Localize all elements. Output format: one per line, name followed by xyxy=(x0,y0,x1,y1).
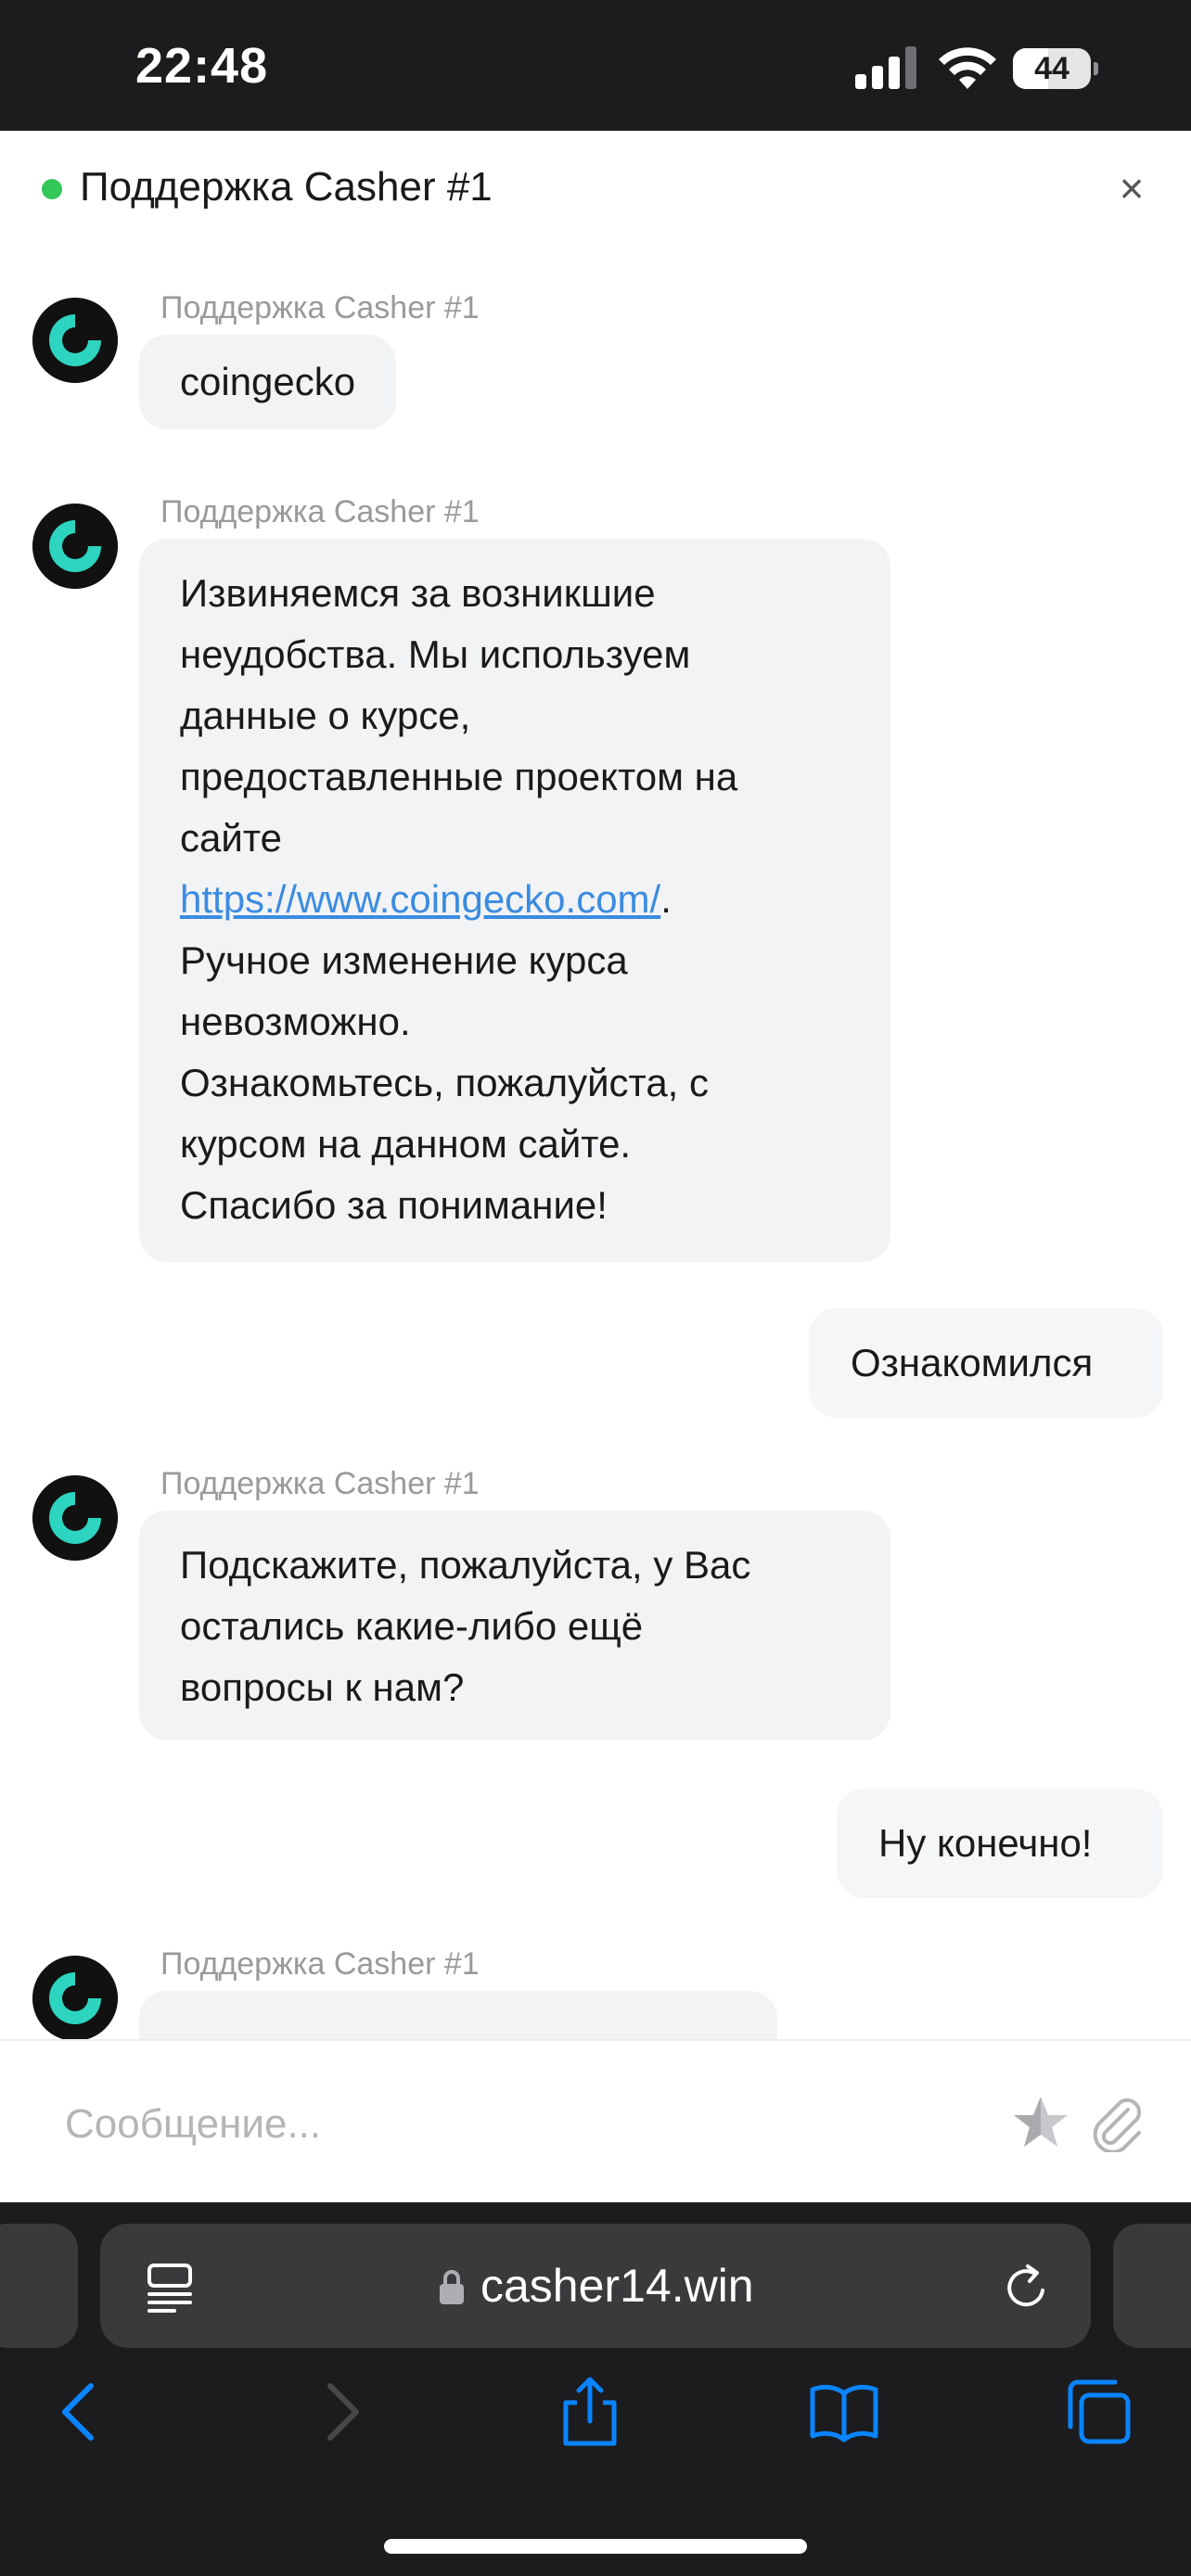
avatar-logo-icon xyxy=(32,298,118,383)
next-tab-preview[interactable] xyxy=(1113,2224,1191,2348)
message-line: вопросы к нам? xyxy=(180,1665,465,1709)
tabs-icon[interactable] xyxy=(1061,2375,1135,2449)
message-link[interactable]: https://www.coingecko.com/ xyxy=(180,877,660,921)
message-line: https://www.coingecko.com/. xyxy=(180,869,850,930)
url-text: casher14.win xyxy=(480,2260,754,2312)
battery-icon: 44 xyxy=(1013,48,1098,89)
message-line: предоставленные проектом на xyxy=(180,755,738,798)
share-icon[interactable] xyxy=(553,2375,627,2449)
avatar-logo-icon xyxy=(32,1956,118,2039)
message-line: остались какие-либо ещё xyxy=(180,1604,644,1648)
avatar-logo-icon xyxy=(32,504,118,589)
address-bar[interactable]: casher14.win xyxy=(100,2224,1091,2348)
chat-header: Поддержка Casher #1 × xyxy=(0,131,1191,251)
message-bubble xyxy=(139,1991,777,2039)
message-bubble: coingecko xyxy=(139,335,397,429)
message-input[interactable] xyxy=(56,2087,983,2162)
message-text: Ознакомился xyxy=(851,1341,1094,1384)
avatar-logo-icon xyxy=(32,1475,118,1561)
status-time: 22:48 xyxy=(135,38,269,94)
sender-name: Поддержка Casher #1 xyxy=(160,290,480,325)
message-input-bar xyxy=(0,2039,1191,2202)
paperclip-icon[interactable] xyxy=(1085,2091,1146,2152)
status-bar: 22:48 44 xyxy=(0,0,1191,131)
message-line: Извиняемся за возникшие xyxy=(180,571,656,615)
message-line: Спасибо за понимание! xyxy=(180,1183,608,1227)
sender-name: Поддержка Casher #1 xyxy=(160,494,480,529)
message-line: сайте xyxy=(180,816,282,860)
message-line: данные о курсе, xyxy=(180,694,471,737)
star-icon[interactable] xyxy=(1011,2093,1070,2152)
message-line: курсом на данном сайте. xyxy=(180,1122,632,1166)
reload-icon[interactable] xyxy=(1002,2263,1052,2313)
browser-toolbar: casher14.win xyxy=(0,2202,1191,2576)
outgoing-message-bubble: Ну конечно! xyxy=(837,1789,1163,1898)
message-bubble: Подскажите, пожалуйста, у Вас остались к… xyxy=(139,1511,890,1741)
outgoing-message-bubble: Ознакомился xyxy=(809,1308,1163,1418)
battery-level: 44 xyxy=(1034,51,1069,86)
message-line: Ознакомьтесь, пожалуйста, с xyxy=(180,1061,710,1104)
chat-title: Поддержка Casher #1 xyxy=(80,164,493,210)
previous-tab-preview[interactable] xyxy=(0,2224,78,2348)
signal-icon xyxy=(855,46,916,89)
reader-icon[interactable] xyxy=(147,2263,193,2313)
online-status-dot xyxy=(42,179,62,199)
wifi-icon xyxy=(939,47,996,89)
message-list[interactable]: Поддержка Casher #1 coingecko Поддержка … xyxy=(0,251,1191,2039)
message-line: Ручное изменение курса xyxy=(180,938,628,982)
sender-name: Поддержка Casher #1 xyxy=(160,1946,480,1982)
close-button[interactable]: × xyxy=(1109,166,1154,210)
message-text: coingecko xyxy=(180,360,356,403)
link-suffix: . xyxy=(660,877,672,921)
forward-icon[interactable] xyxy=(302,2375,377,2449)
message-bubble: Извиняемся за возникшие неудобства. Мы и… xyxy=(139,539,890,1262)
bookmarks-icon[interactable] xyxy=(807,2375,881,2449)
back-icon[interactable] xyxy=(45,2375,119,2449)
message-line: Подскажите, пожалуйста, у Вас xyxy=(180,1543,751,1587)
message-line: неудобства. Мы используем xyxy=(180,632,691,676)
home-indicator xyxy=(384,2539,807,2554)
message-text: Ну конечно! xyxy=(878,1821,1093,1865)
sender-name: Поддержка Casher #1 xyxy=(160,1466,480,1501)
message-line: невозможно. xyxy=(180,1000,411,1043)
lock-icon xyxy=(440,2270,464,2304)
